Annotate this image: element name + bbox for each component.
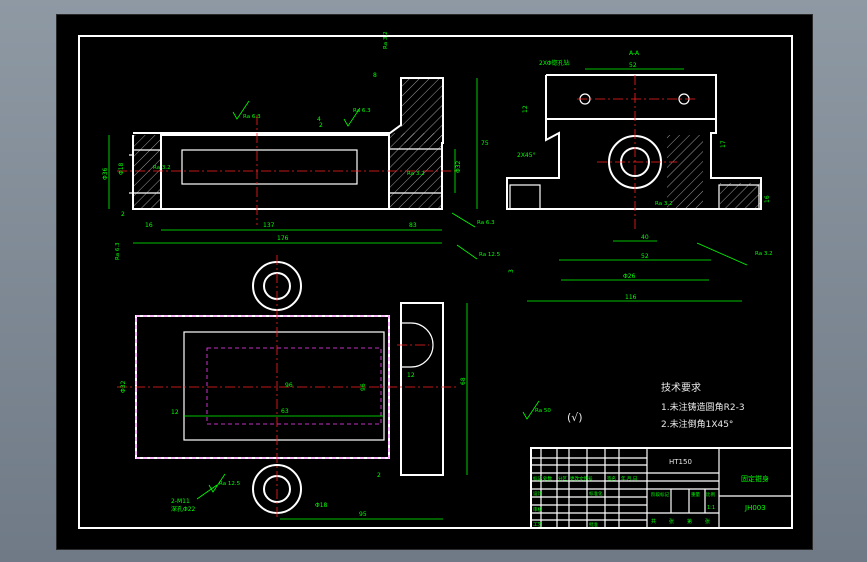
ra-front-4: Ra 3.2 <box>407 171 425 177</box>
tech-requirements: 技术要求 1.未注铸造圆角R2-3 2.未注倒角1X45° Ra 50 (√) <box>522 381 745 430</box>
dim-phi36: Φ36 <box>102 167 109 180</box>
dim-16: 16 <box>145 222 153 229</box>
col-label-4: 签名 <box>607 475 616 482</box>
tech-line-2: 2.未注倒角1X45° <box>661 418 733 430</box>
dim-2b: 2 <box>319 122 323 129</box>
top-dim-96b: 96 <box>285 382 293 389</box>
side-dim-52b: 52 <box>641 253 649 260</box>
row-label-3: 审核 <box>533 506 542 513</box>
scale-value: 1:1 <box>707 505 715 511</box>
engineering-drawing: 176 137 83 16 2 75 Φ32 Φ36 Φ18 4 2 8 Ra … <box>78 31 793 529</box>
thread-note: 2-M11 <box>171 498 190 505</box>
ra-top-1: Ra 12.5 <box>219 481 241 487</box>
tech-line-1: 1.未注铸造圆角R2-3 <box>661 401 745 413</box>
side-dim-3: 3 <box>508 269 515 273</box>
dim-75: 75 <box>481 140 489 147</box>
row-label-2: 设计 <box>533 490 542 497</box>
col-label-3: 更改文件号 <box>570 475 593 482</box>
top-dim-68: 96 <box>360 383 367 391</box>
sheet-label-3: 第 <box>687 518 692 525</box>
top-dim-phi18: Φ18 <box>315 502 328 509</box>
ra-front-8: Ra 6.3 <box>115 242 121 260</box>
top-dim-phi32: Φ32 <box>120 380 127 393</box>
dim-176: 176 <box>277 235 289 242</box>
side-dim-phi26: Φ26 <box>623 273 636 280</box>
drawing-no: JH003 <box>744 504 766 512</box>
top-dim-96: 68 <box>460 377 467 385</box>
stage-label: 阶段标记 <box>651 491 669 498</box>
side-dim-17: 17 <box>720 140 727 148</box>
row-label-1: 标记 <box>533 475 542 482</box>
std-label: 标准化 <box>589 490 603 497</box>
thread-sub: 深孔Φ22 <box>171 505 196 513</box>
front-view: 176 137 83 16 2 75 Φ32 Φ36 Φ18 4 2 8 Ra … <box>102 31 501 260</box>
top-dim-12b: 12 <box>407 372 415 379</box>
ra-side-2: Ra 3.2 <box>655 201 673 207</box>
side-dim-116: 116 <box>625 294 637 301</box>
col-label-1: 处数 <box>543 475 552 482</box>
scale-label: 比例 <box>706 491 715 498</box>
ra-front-1: Ra 6.3 <box>243 114 261 120</box>
top-dim-63: 63 <box>281 408 289 415</box>
sheet-label-2: 张 <box>669 518 674 525</box>
side-dim-16: 16 <box>764 195 771 203</box>
dim-8: 8 <box>373 72 377 79</box>
top-view: 68 Φ32 12 63 96 95 12 Φ18 2 96 2-M11 深孔Φ… <box>117 255 468 520</box>
dim-phi18: Φ18 <box>118 162 125 175</box>
title-block: HT150 固定钳身 JH003 阶段标记 重量 比例 1:1 标记 设计 审核… <box>530 447 793 529</box>
side-dim-52: 52 <box>629 62 637 69</box>
col-label-5: 年.月.日 <box>621 475 637 482</box>
tech-heading: 技术要求 <box>661 381 701 394</box>
hole-note: 2XΦ锪孔钻 <box>539 59 570 67</box>
dim-137: 137 <box>263 222 275 229</box>
part-name: 固定钳身 <box>741 474 769 483</box>
row-label-4: 工艺 <box>533 522 542 528</box>
weight-label: 重量 <box>691 491 700 498</box>
ra-front-2: Ra 6.3 <box>353 108 371 114</box>
side-view: A-A 2XΦ锪孔钻 2X45° 52 12 17 40 52 Φ26 116 … <box>506 50 773 302</box>
chamfer-note: 2X45° <box>517 152 536 159</box>
dim-phi32: Φ32 <box>455 160 462 173</box>
cad-viewport[interactable]: 176 137 83 16 2 75 Φ32 Φ36 Φ18 4 2 8 Ra … <box>56 14 813 550</box>
side-dim-40: 40 <box>641 234 649 241</box>
ra-front-5: Ra 3.2 <box>383 31 389 49</box>
side-dim-12: 12 <box>522 105 529 113</box>
ra-front-6: Ra 6.3 <box>477 220 495 226</box>
top-dim-12: 12 <box>171 409 179 416</box>
sheet-label-1: 共 <box>651 518 656 525</box>
ra-front-3: Ra 3.2 <box>153 165 171 171</box>
approve-label: 批准 <box>589 521 598 528</box>
ra-side-1: Ra 3.2 <box>755 251 773 257</box>
top-dim-2: 2 <box>377 472 381 479</box>
material: HT150 <box>669 458 692 466</box>
section-label: A-A <box>629 50 640 57</box>
sheet-label-4: 张 <box>705 518 710 525</box>
general-roughness: Ra 50 <box>535 408 551 414</box>
ra-front-7: Ra 12.5 <box>479 252 501 258</box>
top-dim-95: 95 <box>359 511 367 518</box>
dim-2: 2 <box>121 211 125 218</box>
col-label-2: 分区 <box>558 475 567 482</box>
general-roughness-symbol: (√) <box>567 411 583 424</box>
dim-83: 83 <box>409 222 417 229</box>
